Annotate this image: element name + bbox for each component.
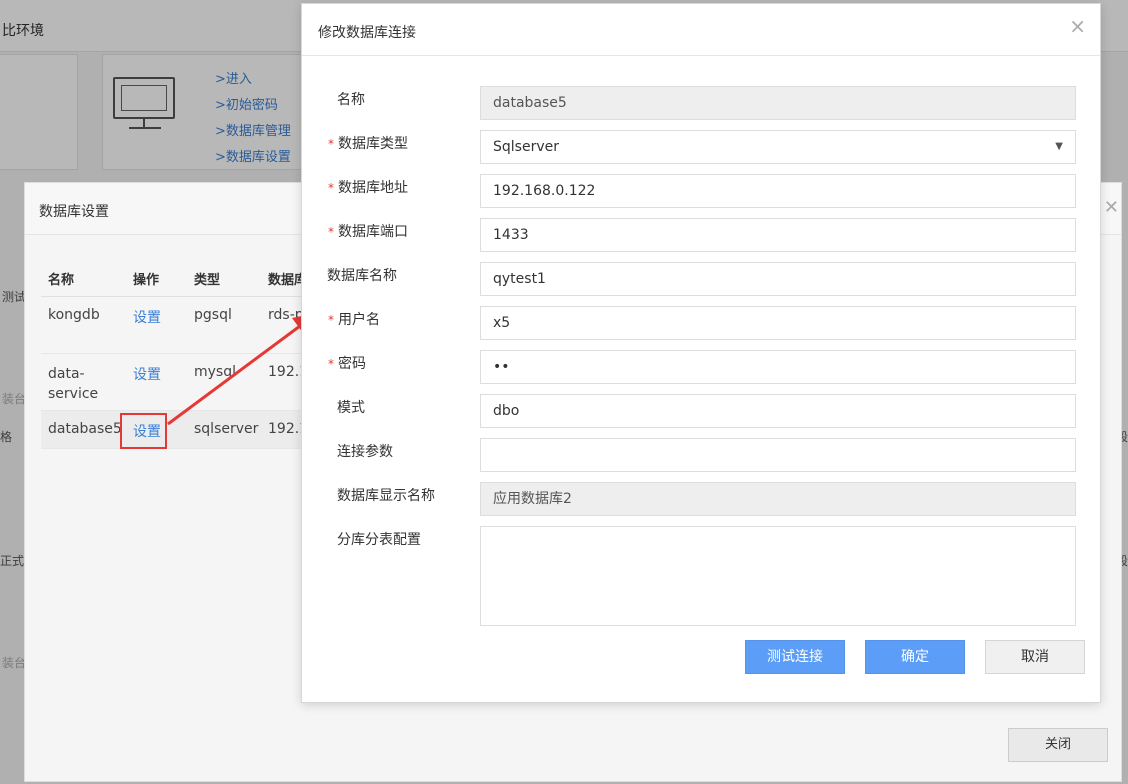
sharding-label: 分库分表配置: [337, 532, 421, 548]
required-mark: *: [328, 137, 334, 151]
conn-params-label: 连接参数: [337, 444, 393, 460]
column-header: 类型: [194, 273, 221, 288]
db-type-label: * 数据库类型: [328, 136, 408, 152]
table-row: data-service 设置 mysql 192.1: [41, 354, 331, 411]
conn-params-input[interactable]: [480, 438, 1076, 472]
password-label: * 密码: [328, 356, 366, 372]
column-header: 操作: [133, 273, 160, 288]
settings-link[interactable]: 设置: [133, 307, 161, 327]
db-type: pgsql: [194, 307, 232, 323]
db-name: database5: [48, 421, 122, 437]
username-label: * 用户名: [328, 312, 380, 328]
password-input[interactable]: ••: [480, 350, 1076, 384]
ok-button[interactable]: 确定: [865, 640, 965, 674]
display-name-field: 应用数据库2: [480, 482, 1076, 516]
db-port-input[interactable]: 1433: [480, 218, 1076, 252]
modal-title: 修改数据库连接: [318, 25, 416, 41]
db-name: data-service: [48, 366, 99, 402]
db-type-select[interactable]: Sqlserver ▼: [480, 130, 1076, 164]
close-icon[interactable]: ✕: [1104, 197, 1119, 218]
test-connection-button[interactable]: 测试连接: [745, 640, 845, 674]
database-table: 名称 操作 类型 数据库 kongdb 设置 pgsql rds-p... da…: [41, 261, 331, 449]
column-header: 名称: [48, 273, 75, 288]
db-name-input[interactable]: qytest1: [480, 262, 1076, 296]
table-row: kongdb 设置 pgsql rds-p...: [41, 297, 331, 354]
cancel-button[interactable]: 取消: [985, 640, 1085, 674]
db-port-label: * 数据库端口: [328, 224, 408, 240]
settings-link[interactable]: 设置: [133, 364, 161, 384]
schema-input[interactable]: dbo: [480, 394, 1076, 428]
close-button[interactable]: 关闭: [1008, 728, 1108, 762]
dialog-title: 数据库设置: [39, 204, 109, 220]
db-address-input[interactable]: 192.168.0.122: [480, 174, 1076, 208]
db-address-label: * 数据库地址: [328, 180, 408, 196]
modal-header: 修改数据库连接 ×: [302, 4, 1100, 56]
edit-connection-modal: 修改数据库连接 × 名称 database5 * 数据库类型 Sqlserver ▼…: [301, 3, 1101, 703]
sharding-textarea[interactable]: [480, 526, 1076, 626]
schema-label: 模式: [337, 400, 365, 416]
table-row-selected: database5 设置 sqlserver 192.1: [41, 411, 331, 449]
username-input[interactable]: x5: [480, 306, 1076, 340]
display-name-label: 数据库显示名称: [337, 488, 435, 504]
name-field: database5: [480, 86, 1076, 120]
highlight-box: [120, 413, 167, 449]
chevron-down-icon: ▼: [1055, 141, 1063, 152]
db-name: kongdb: [48, 307, 100, 323]
db-type: sqlserver: [194, 421, 259, 437]
close-icon[interactable]: ×: [1069, 16, 1086, 36]
db-type: mysql: [194, 364, 236, 380]
table-header: 名称 操作 类型 数据库: [41, 261, 331, 297]
db-name-label: 数据库名称: [327, 268, 397, 284]
name-label: 名称: [337, 92, 365, 108]
